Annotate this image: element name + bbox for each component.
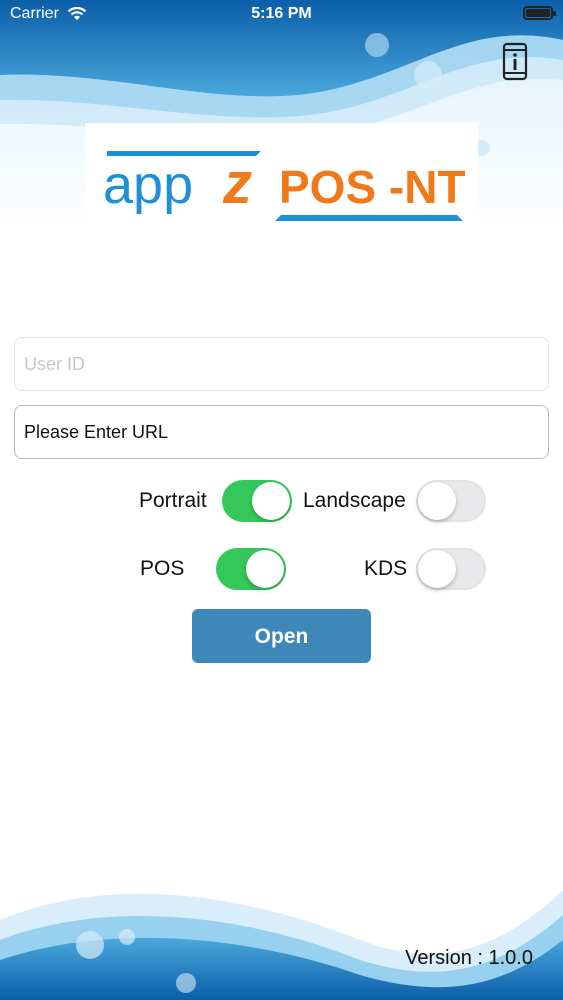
version-label: Version : 1.0.0 bbox=[405, 947, 533, 969]
portrait-toggle[interactable] bbox=[222, 480, 292, 522]
pos-label: POS bbox=[140, 557, 185, 580]
battery-icon bbox=[523, 6, 556, 20]
toggle-knob bbox=[246, 550, 284, 588]
phone-info-icon bbox=[502, 42, 528, 81]
clock: 5:16 PM bbox=[251, 5, 312, 22]
kds-label: KDS bbox=[364, 557, 408, 580]
app-logo: app z POS -NT bbox=[85, 123, 478, 235]
bottom-wave-background bbox=[0, 890, 563, 1000]
toggle-knob bbox=[252, 482, 290, 520]
landscape-toggle[interactable] bbox=[416, 480, 486, 522]
url-input[interactable] bbox=[14, 405, 549, 459]
landscape-label: Landscape bbox=[303, 489, 406, 512]
kds-toggle[interactable] bbox=[416, 548, 486, 590]
user-id-input[interactable] bbox=[14, 337, 549, 391]
open-button[interactable]: Open bbox=[192, 609, 371, 663]
appz-pos-nt-logo: app z POS -NT bbox=[103, 151, 466, 221]
logo-z-text: z bbox=[222, 151, 252, 216]
logo-posnt-text: POS -NT bbox=[279, 161, 466, 213]
toggle-knob bbox=[418, 550, 456, 588]
pos-toggle[interactable] bbox=[216, 548, 286, 590]
device-info-button[interactable] bbox=[500, 42, 530, 82]
toggle-knob bbox=[418, 482, 456, 520]
logo-app-text: app bbox=[103, 155, 193, 215]
portrait-label: Portrait bbox=[139, 489, 207, 512]
status-bar: Carrier 5:16 PM bbox=[0, 0, 563, 30]
